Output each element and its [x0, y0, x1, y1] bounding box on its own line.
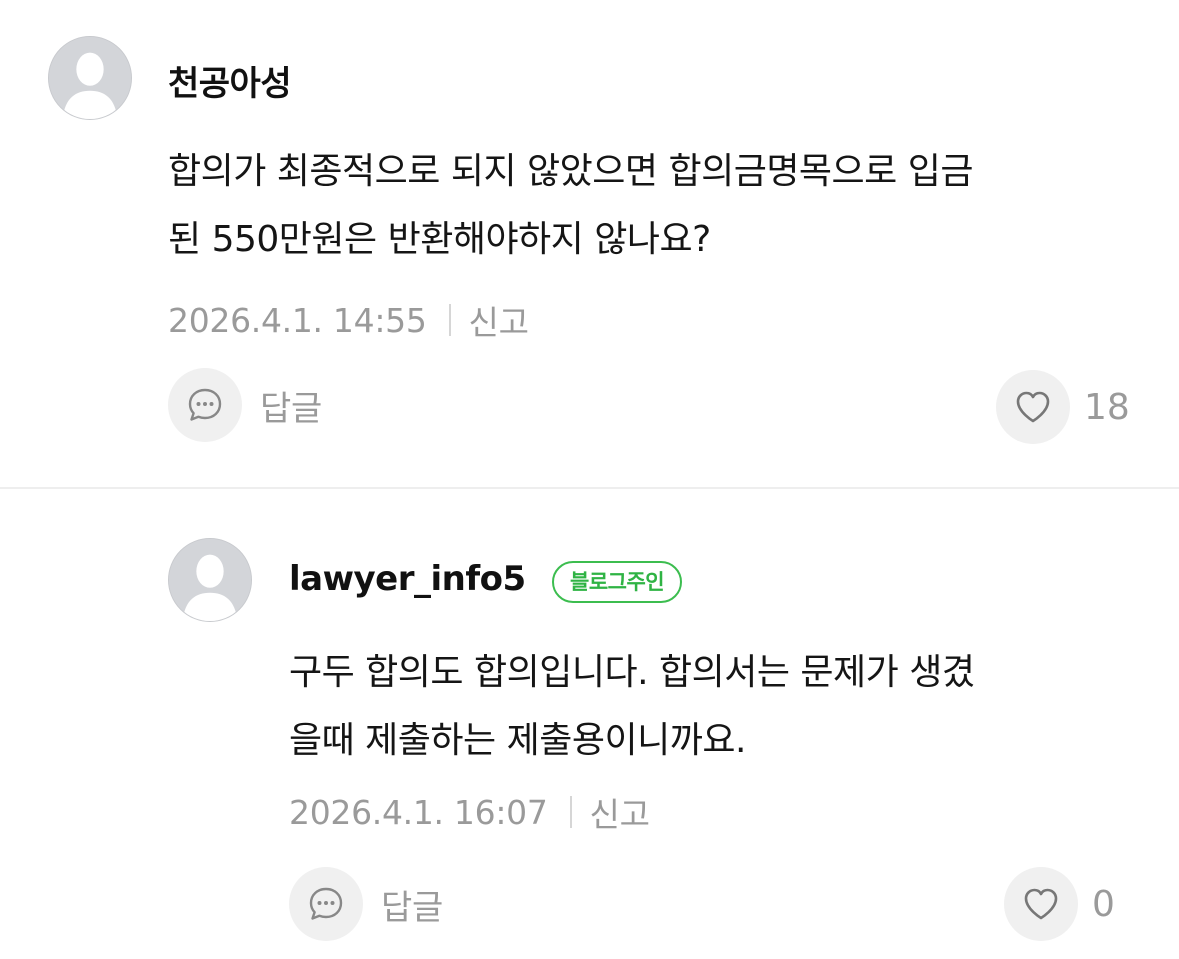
- default-user-avatar-icon: [49, 37, 131, 119]
- reply-icon-circle: [289, 867, 363, 941]
- reply-label: 답글: [381, 887, 443, 928]
- comment-text-line: 합의가 최종적으로 되지 않았으면 합의금명목으로 입금: [168, 151, 973, 192]
- like-button[interactable]: 18: [996, 370, 1130, 444]
- avatar[interactable]: [48, 36, 132, 120]
- comment-text-line: 구두 합의도 합의입니다. 합의서는 문제가 생겼: [289, 652, 975, 693]
- comment-text-line: 된 550만원은 반환해야하지 않나요?: [168, 219, 711, 260]
- heart-outline-icon: [1024, 888, 1058, 920]
- comment-date: 2026.4.1. 14:55: [168, 300, 427, 340]
- reply-button[interactable]: 답글: [289, 867, 443, 941]
- speech-bubble-icon: [309, 887, 343, 920]
- like-icon-circle: [996, 370, 1070, 444]
- like-button[interactable]: 0: [1004, 867, 1115, 941]
- like-count: 18: [1084, 386, 1130, 428]
- comment-text: 합의가 최종적으로 되지 않았으면 합의금명목으로 입금 된 550만원은 반환…: [168, 138, 973, 274]
- comment-text-line: 을때 제출하는 제출용이니까요.: [289, 720, 746, 761]
- meta-divider: [448, 304, 451, 336]
- like-count: 0: [1092, 883, 1115, 925]
- meta-divider: [569, 796, 572, 828]
- blog-owner-badge: 블로그주인: [552, 561, 683, 603]
- heart-outline-icon: [1016, 391, 1050, 423]
- comment-date: 2026.4.1. 16:07: [289, 792, 548, 832]
- reply-icon-circle: [168, 368, 242, 442]
- default-user-avatar-icon: [169, 539, 251, 621]
- comment-author[interactable]: 천공아성: [168, 56, 292, 105]
- like-icon-circle: [1004, 867, 1078, 941]
- report-link[interactable]: 신고: [590, 788, 650, 836]
- report-link[interactable]: 신고: [469, 296, 529, 344]
- reply-label: 답글: [260, 388, 322, 429]
- comment-text: 구두 합의도 합의입니다. 합의서는 문제가 생겼 을때 제출하는 제출용이니까…: [289, 639, 975, 775]
- comment-meta: 2026.4.1. 16:07 신고: [289, 788, 650, 836]
- avatar[interactable]: [168, 538, 252, 622]
- reply-comment-item: lawyer_info5 블로그주인 구두 합의도 합의입니다. 합의서는 문제…: [0, 489, 1179, 959]
- comment-meta: 2026.4.1. 14:55 신고: [168, 296, 529, 344]
- reply-button[interactable]: 답글: [168, 368, 322, 442]
- comment-author[interactable]: lawyer_info5: [289, 559, 526, 599]
- comment-item: 천공아성 합의가 최종적으로 되지 않았으면 합의금명목으로 입금 된 550만…: [0, 0, 1179, 487]
- speech-bubble-icon: [188, 388, 222, 421]
